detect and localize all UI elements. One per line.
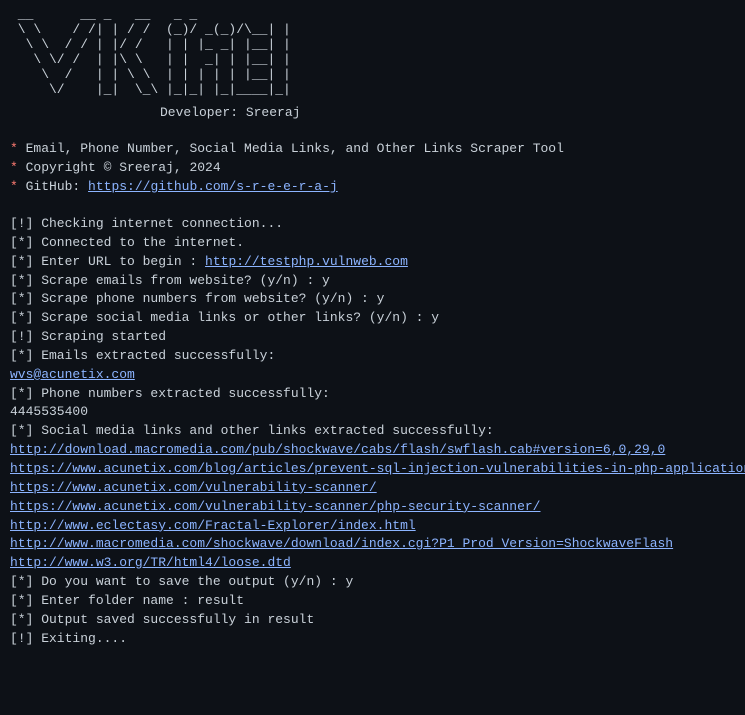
scrape-links-prompt: [*] Scrape social media links or other l… xyxy=(10,309,735,328)
terminal-output: [!] Checking internet connection... [*] … xyxy=(10,215,735,648)
extracted-link[interactable]: http://www.eclectasy.com/Fractal-Explore… xyxy=(10,518,416,533)
email-link[interactable]: wvs@acunetix.com xyxy=(10,367,135,382)
extracted-link[interactable]: https://www.acunetix.com/vulnerability-s… xyxy=(10,499,541,514)
extracted-link[interactable]: https://www.acunetix.com/vulnerability-s… xyxy=(10,480,377,495)
saved-success: [*] Output saved successfully in result xyxy=(10,611,735,630)
extracted-link[interactable]: http://www.macromedia.com/shockwave/down… xyxy=(10,536,673,551)
result-link-3: https://www.acunetix.com/vulnerability-s… xyxy=(10,479,735,498)
extracted-link[interactable]: https://www.acunetix.com/blog/articles/p… xyxy=(10,461,745,476)
ascii-banner: __ __ _ __ _ _ \ \ / /| | / / (_)/ _(_)/… xyxy=(10,8,735,98)
exiting: [!] Exiting.... xyxy=(10,630,735,649)
scraping-started: [!] Scraping started xyxy=(10,328,735,347)
tool-description: * Email, Phone Number, Social Media Link… xyxy=(10,140,735,159)
checking-connection: [!] Checking internet connection... xyxy=(10,215,735,234)
result-link-4: https://www.acunetix.com/vulnerability-s… xyxy=(10,498,735,517)
phone-result: 4445535400 xyxy=(10,403,735,422)
target-url-link[interactable]: http://testphp.vulnweb.com xyxy=(205,254,408,269)
result-link-7: http://www.w3.org/TR/html4/loose.dtd xyxy=(10,554,735,573)
phones-extracted-label: [*] Phone numbers extracted successfully… xyxy=(10,385,735,404)
copyright: * Copyright © Sreeraj, 2024 xyxy=(10,159,735,178)
result-link-2: https://www.acunetix.com/blog/articles/p… xyxy=(10,460,735,479)
info-block: * Email, Phone Number, Social Media Link… xyxy=(10,140,735,197)
github-line: * GitHub: https://github.com/s-r-e-e-r-a… xyxy=(10,178,735,197)
developer-credit: Developer: Sreeraj xyxy=(160,104,735,123)
email-result: wvs@acunetix.com xyxy=(10,366,735,385)
extracted-link[interactable]: http://www.w3.org/TR/html4/loose.dtd xyxy=(10,555,291,570)
extracted-link[interactable]: http://download.macromedia.com/pub/shock… xyxy=(10,442,665,457)
github-link[interactable]: https://github.com/s-r-e-e-r-a-j xyxy=(88,179,338,194)
save-prompt: [*] Do you want to save the output (y/n)… xyxy=(10,573,735,592)
scrape-phones-prompt: [*] Scrape phone numbers from website? (… xyxy=(10,290,735,309)
emails-extracted-label: [*] Emails extracted successfully: xyxy=(10,347,735,366)
folder-prompt: [*] Enter folder name : result xyxy=(10,592,735,611)
links-extracted-label: [*] Social media links and other links e… xyxy=(10,422,735,441)
connected-status: [*] Connected to the internet. xyxy=(10,234,735,253)
result-link-5: http://www.eclectasy.com/Fractal-Explore… xyxy=(10,517,735,536)
url-prompt: [*] Enter URL to begin : http://testphp.… xyxy=(10,253,735,272)
result-link-6: http://www.macromedia.com/shockwave/down… xyxy=(10,535,735,554)
scrape-emails-prompt: [*] Scrape emails from website? (y/n) : … xyxy=(10,272,735,291)
result-link-1: http://download.macromedia.com/pub/shock… xyxy=(10,441,735,460)
